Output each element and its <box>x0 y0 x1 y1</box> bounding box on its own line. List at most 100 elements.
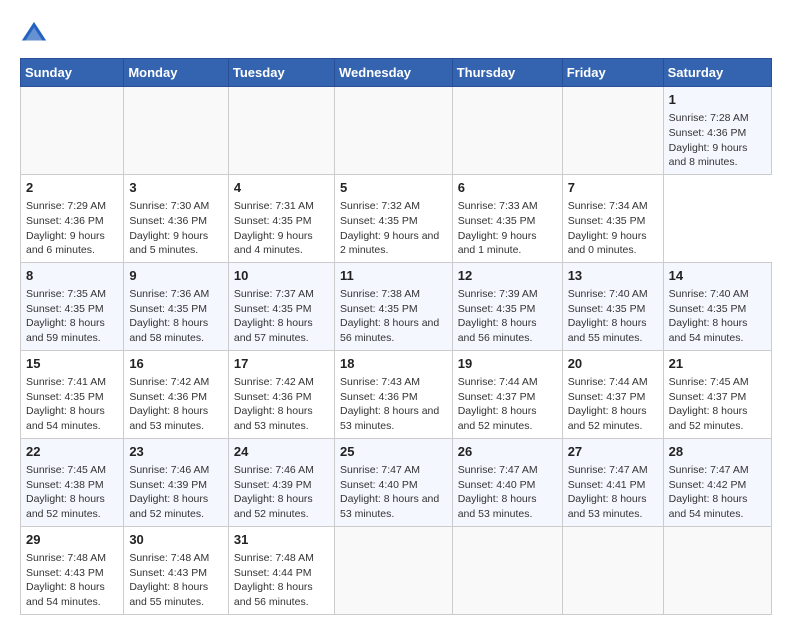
day-number: 26 <box>458 443 557 461</box>
sunrise: Sunrise: 7:37 AM <box>234 288 314 300</box>
daylight: Daylight: 8 hours and 57 minutes. <box>234 317 313 344</box>
calendar-cell-empty <box>452 87 562 175</box>
calendar-cell: 26 Sunrise: 7:47 AM Sunset: 4:40 PM Dayl… <box>452 438 562 526</box>
sunset: Sunset: 4:35 PM <box>458 215 536 227</box>
sunset: Sunset: 4:35 PM <box>669 303 747 315</box>
sunset: Sunset: 4:44 PM <box>234 567 312 579</box>
sunrise: Sunrise: 7:39 AM <box>458 288 538 300</box>
day-number: 17 <box>234 355 329 373</box>
logo <box>20 20 52 48</box>
daylight: Daylight: 8 hours and 52 minutes. <box>669 405 748 432</box>
sunrise: Sunrise: 7:35 AM <box>26 288 106 300</box>
sunset: Sunset: 4:35 PM <box>26 303 104 315</box>
sunrise: Sunrise: 7:41 AM <box>26 376 106 388</box>
calendar-cell: 4 Sunrise: 7:31 AM Sunset: 4:35 PM Dayli… <box>228 174 334 262</box>
sunset: Sunset: 4:35 PM <box>340 303 418 315</box>
sunset: Sunset: 4:36 PM <box>669 127 747 139</box>
sunset: Sunset: 4:35 PM <box>26 391 104 403</box>
daylight: Daylight: 8 hours and 58 minutes. <box>129 317 208 344</box>
day-number: 29 <box>26 531 118 549</box>
day-number: 7 <box>568 179 658 197</box>
sunrise: Sunrise: 7:29 AM <box>26 200 106 212</box>
calendar-cell-empty <box>663 526 771 614</box>
sunset: Sunset: 4:39 PM <box>129 479 207 491</box>
calendar-cell: 17 Sunrise: 7:42 AM Sunset: 4:36 PM Dayl… <box>228 350 334 438</box>
sunset: Sunset: 4:37 PM <box>458 391 536 403</box>
logo-icon <box>20 20 48 48</box>
sunrise: Sunrise: 7:48 AM <box>26 552 106 564</box>
calendar-cell: 5 Sunrise: 7:32 AM Sunset: 4:35 PM Dayli… <box>334 174 452 262</box>
sunrise: Sunrise: 7:46 AM <box>234 464 314 476</box>
calendar-cell: 15 Sunrise: 7:41 AM Sunset: 4:35 PM Dayl… <box>21 350 124 438</box>
sunset: Sunset: 4:35 PM <box>458 303 536 315</box>
daylight: Daylight: 9 hours and 6 minutes. <box>26 230 105 257</box>
calendar-cell-empty <box>452 526 562 614</box>
daylight: Daylight: 8 hours and 54 minutes. <box>669 493 748 520</box>
sunrise: Sunrise: 7:28 AM <box>669 112 749 124</box>
sunset: Sunset: 4:41 PM <box>568 479 646 491</box>
sunset: Sunset: 4:42 PM <box>669 479 747 491</box>
calendar-week-row: 2 Sunrise: 7:29 AM Sunset: 4:36 PM Dayli… <box>21 174 772 262</box>
calendar-cell: 21 Sunrise: 7:45 AM Sunset: 4:37 PM Dayl… <box>663 350 771 438</box>
sunset: Sunset: 4:43 PM <box>26 567 104 579</box>
calendar-cell: 13 Sunrise: 7:40 AM Sunset: 4:35 PM Dayl… <box>562 262 663 350</box>
calendar-cell: 9 Sunrise: 7:36 AM Sunset: 4:35 PM Dayli… <box>124 262 229 350</box>
daylight: Daylight: 8 hours and 52 minutes. <box>234 493 313 520</box>
daylight: Daylight: 9 hours and 1 minute. <box>458 230 537 257</box>
day-number: 1 <box>669 91 766 109</box>
column-header-thursday: Thursday <box>452 59 562 87</box>
sunset: Sunset: 4:36 PM <box>26 215 104 227</box>
sunrise: Sunrise: 7:38 AM <box>340 288 420 300</box>
sunrise: Sunrise: 7:30 AM <box>129 200 209 212</box>
day-number: 5 <box>340 179 447 197</box>
calendar-cell: 6 Sunrise: 7:33 AM Sunset: 4:35 PM Dayli… <box>452 174 562 262</box>
sunrise: Sunrise: 7:33 AM <box>458 200 538 212</box>
sunset: Sunset: 4:35 PM <box>568 215 646 227</box>
day-number: 2 <box>26 179 118 197</box>
daylight: Daylight: 8 hours and 53 minutes. <box>340 493 439 520</box>
sunset: Sunset: 4:35 PM <box>340 215 418 227</box>
sunset: Sunset: 4:40 PM <box>340 479 418 491</box>
day-number: 21 <box>669 355 766 373</box>
daylight: Daylight: 8 hours and 55 minutes. <box>568 317 647 344</box>
sunrise: Sunrise: 7:31 AM <box>234 200 314 212</box>
calendar-cell: 3 Sunrise: 7:30 AM Sunset: 4:36 PM Dayli… <box>124 174 229 262</box>
calendar-cell-empty <box>124 87 229 175</box>
calendar-cell-empty <box>562 87 663 175</box>
sunset: Sunset: 4:43 PM <box>129 567 207 579</box>
daylight: Daylight: 8 hours and 52 minutes. <box>458 405 537 432</box>
sunset: Sunset: 4:36 PM <box>234 391 312 403</box>
day-number: 31 <box>234 531 329 549</box>
sunset: Sunset: 4:35 PM <box>129 303 207 315</box>
calendar-table: SundayMondayTuesdayWednesdayThursdayFrid… <box>20 58 772 615</box>
sunrise: Sunrise: 7:36 AM <box>129 288 209 300</box>
calendar-cell: 22 Sunrise: 7:45 AM Sunset: 4:38 PM Dayl… <box>21 438 124 526</box>
daylight: Daylight: 8 hours and 52 minutes. <box>568 405 647 432</box>
day-number: 6 <box>458 179 557 197</box>
daylight: Daylight: 8 hours and 59 minutes. <box>26 317 105 344</box>
sunrise: Sunrise: 7:44 AM <box>458 376 538 388</box>
calendar-cell: 8 Sunrise: 7:35 AM Sunset: 4:35 PM Dayli… <box>21 262 124 350</box>
daylight: Daylight: 8 hours and 55 minutes. <box>129 581 208 608</box>
calendar-week-row: 15 Sunrise: 7:41 AM Sunset: 4:35 PM Dayl… <box>21 350 772 438</box>
calendar-cell: 1 Sunrise: 7:28 AM Sunset: 4:36 PM Dayli… <box>663 87 771 175</box>
sunset: Sunset: 4:36 PM <box>129 391 207 403</box>
daylight: Daylight: 8 hours and 53 minutes. <box>568 493 647 520</box>
day-number: 15 <box>26 355 118 373</box>
day-number: 9 <box>129 267 223 285</box>
daylight: Daylight: 8 hours and 53 minutes. <box>234 405 313 432</box>
calendar-cell: 11 Sunrise: 7:38 AM Sunset: 4:35 PM Dayl… <box>334 262 452 350</box>
calendar-cell: 12 Sunrise: 7:39 AM Sunset: 4:35 PM Dayl… <box>452 262 562 350</box>
day-number: 28 <box>669 443 766 461</box>
sunset: Sunset: 4:35 PM <box>568 303 646 315</box>
daylight: Daylight: 9 hours and 5 minutes. <box>129 230 208 257</box>
calendar-cell: 28 Sunrise: 7:47 AM Sunset: 4:42 PM Dayl… <box>663 438 771 526</box>
day-number: 25 <box>340 443 447 461</box>
daylight: Daylight: 8 hours and 53 minutes. <box>129 405 208 432</box>
daylight: Daylight: 9 hours and 8 minutes. <box>669 142 748 169</box>
daylight: Daylight: 8 hours and 53 minutes. <box>340 405 439 432</box>
daylight: Daylight: 8 hours and 52 minutes. <box>26 493 105 520</box>
sunrise: Sunrise: 7:47 AM <box>458 464 538 476</box>
calendar-cell: 24 Sunrise: 7:46 AM Sunset: 4:39 PM Dayl… <box>228 438 334 526</box>
calendar-cell: 27 Sunrise: 7:47 AM Sunset: 4:41 PM Dayl… <box>562 438 663 526</box>
